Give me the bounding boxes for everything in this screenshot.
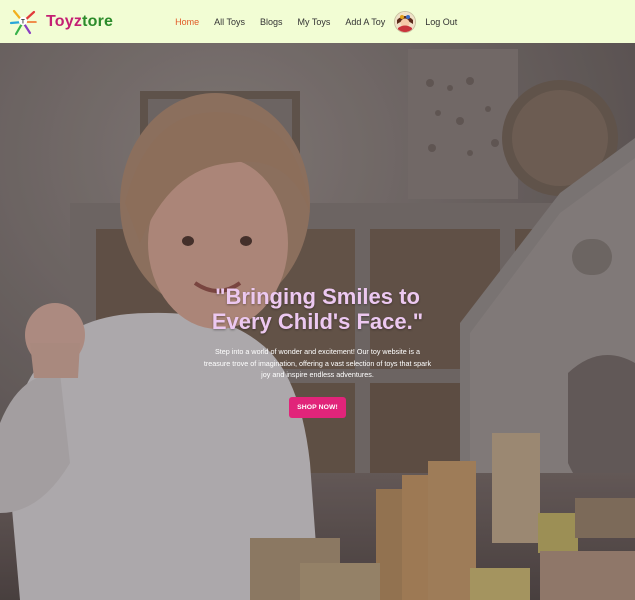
nav-blogs[interactable]: Blogs bbox=[260, 17, 283, 27]
main-nav: Home All Toys Blogs My Toys Add A Toy Lo… bbox=[175, 10, 472, 33]
shop-now-button[interactable]: SHOP NOW! bbox=[289, 396, 346, 418]
logo[interactable]: T Toyztore bbox=[8, 7, 113, 37]
logout-link[interactable]: Log Out bbox=[425, 17, 457, 27]
svg-text:T: T bbox=[21, 19, 25, 25]
hero-content: "Bringing Smiles to Every Child's Face."… bbox=[0, 284, 635, 418]
hero-section: "Bringing Smiles to Every Child's Face."… bbox=[0, 43, 635, 600]
user-avatar[interactable] bbox=[394, 10, 417, 33]
brand-name: Toyztore bbox=[46, 12, 114, 30]
navbar: T Toyztore Home All Toys Blogs My Toys A… bbox=[0, 0, 635, 43]
nav-home[interactable]: Home bbox=[175, 17, 199, 27]
colorful-star-logo-icon: T bbox=[9, 9, 37, 35]
nav-my-toys[interactable]: My Toys bbox=[297, 17, 330, 27]
nav-all-toys[interactable]: All Toys bbox=[214, 17, 245, 27]
page: T Toyztore Home All Toys Blogs My Toys A… bbox=[0, 0, 635, 600]
hero-headline: "Bringing Smiles to Every Child's Face." bbox=[211, 284, 424, 334]
nav-add-a-toy[interactable]: Add A Toy bbox=[345, 17, 385, 27]
hero-subtext: Step into a world of wonder and exciteme… bbox=[203, 347, 432, 379]
